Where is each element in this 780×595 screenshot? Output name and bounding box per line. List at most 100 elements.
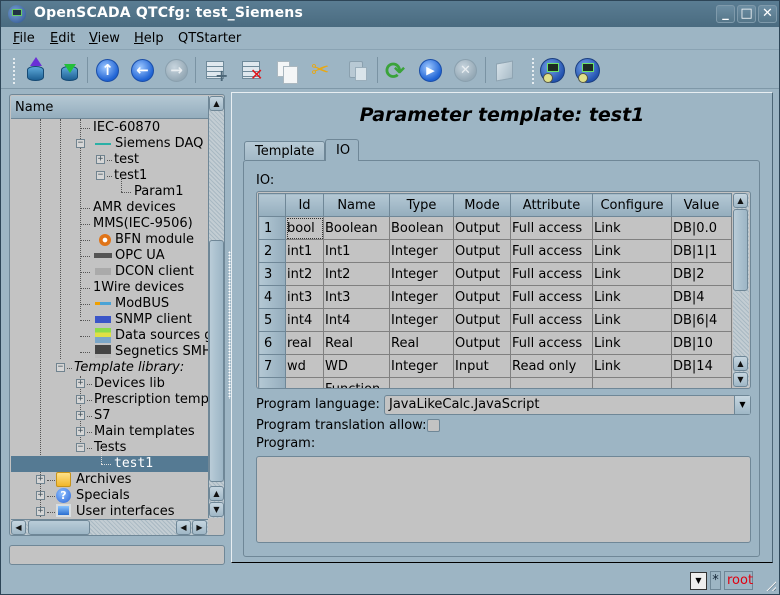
tree-item-data-sources-gate[interactable]: Data sources g xyxy=(11,328,208,344)
tree-header-name[interactable]: Name xyxy=(11,96,208,119)
cell-name[interactable]: Int2 xyxy=(323,262,390,286)
resize-grip[interactable] xyxy=(764,579,776,591)
tab-io[interactable]: IO xyxy=(325,139,359,161)
row-number[interactable]: 5 xyxy=(258,308,286,332)
program-translation-checkbox[interactable] xyxy=(427,419,440,432)
column-header-id[interactable]: Id xyxy=(285,193,324,217)
row-number[interactable]: 2 xyxy=(258,239,286,263)
expand-icon[interactable]: + xyxy=(76,411,85,420)
cell-value[interactable]: DB|0.0 xyxy=(671,216,732,240)
cell-type[interactable]: Integer xyxy=(389,354,454,378)
cell-id[interactable]: wd xyxy=(285,354,324,378)
tree-item-devices-lib[interactable]: + Devices lib xyxy=(11,376,208,392)
cell-name[interactable]: Int1 xyxy=(323,239,390,263)
tree-item-template-library[interactable]: − Template library: xyxy=(11,360,208,376)
tree-item-iec-60870[interactable]: IEC-60870 xyxy=(11,120,208,136)
delete-item-button[interactable]: ✕ xyxy=(237,56,265,84)
cell-id[interactable] xyxy=(285,377,324,388)
table-corner-button[interactable] xyxy=(258,193,286,217)
scroll-down-button[interactable]: ▼ xyxy=(733,372,748,387)
copy-button[interactable] xyxy=(271,56,299,84)
cell-id[interactable]: int3 xyxy=(285,285,324,309)
tree-item-dcon-client[interactable]: DCON client xyxy=(11,264,208,280)
qtcfg-button[interactable] xyxy=(538,56,566,84)
stop-button[interactable]: ✕ xyxy=(451,56,479,84)
scroll-left-button[interactable]: ◀ xyxy=(176,520,191,535)
tree-item-snmp-client[interactable]: SNMP client xyxy=(11,312,208,328)
expand-icon[interactable]: + xyxy=(96,155,105,164)
expand-icon[interactable]: + xyxy=(36,475,45,484)
tree-item-mms[interactable]: MMS(IEC-9506) xyxy=(11,216,208,232)
start-button[interactable]: ▶ xyxy=(416,56,444,84)
row-number[interactable]: 3 xyxy=(258,262,286,286)
column-header-mode[interactable]: Mode xyxy=(453,193,511,217)
cell-configure[interactable]: Link xyxy=(592,262,672,286)
cell-name[interactable]: WD xyxy=(323,354,390,378)
cell-mode[interactable]: Output xyxy=(453,262,511,286)
cell-attribute[interactable]: Full access xyxy=(510,331,593,355)
expand-icon[interactable]: + xyxy=(76,427,85,436)
cell-mode[interactable]: Output xyxy=(453,331,511,355)
cell-value[interactable] xyxy=(671,377,732,388)
cell-mode[interactable]: Output xyxy=(453,216,511,240)
table-row[interactable]: 7 wd WD Integer Input Read only Link DB|… xyxy=(258,354,732,378)
tree-item-test1[interactable]: − test1 xyxy=(11,168,208,184)
io-table[interactable]: Id Name Type Mode Attribute Configure Va… xyxy=(256,191,751,389)
row-number[interactable] xyxy=(258,377,286,388)
scroll-up-button[interactable]: ▲ xyxy=(733,356,748,371)
cell-type[interactable]: Integer xyxy=(389,239,454,263)
tree-item-bfn-module[interactable]: BFN module xyxy=(11,232,208,248)
cell-value[interactable]: DB|1|1 xyxy=(671,239,732,263)
menu-edit[interactable]: Edit xyxy=(50,31,75,46)
cell-id[interactable]: int4 xyxy=(285,308,324,332)
table-row[interactable]: 2 int1 Int1 Integer Output Full access L… xyxy=(258,239,732,263)
cell-attribute[interactable] xyxy=(510,377,593,388)
cell-configure[interactable]: Link xyxy=(592,285,672,309)
tree-item-test[interactable]: + test xyxy=(11,152,208,168)
tree-item-amr-devices[interactable]: AMR devices xyxy=(11,200,208,216)
cell-mode[interactable]: Output xyxy=(453,308,511,332)
collapse-icon[interactable]: − xyxy=(76,139,85,148)
cell-configure[interactable]: Link xyxy=(592,239,672,263)
back-button[interactable]: ← xyxy=(128,56,156,84)
cell-attribute[interactable]: Read only xyxy=(510,354,593,378)
table-row[interactable]: 5 int4 Int4 Integer Output Full access L… xyxy=(258,308,732,332)
expand-icon[interactable]: + xyxy=(36,491,45,500)
cell-mode[interactable]: Output xyxy=(453,239,511,263)
cell-name[interactable]: Boolean xyxy=(323,216,390,240)
paste-button[interactable] xyxy=(342,56,370,84)
cell-id[interactable]: bool xyxy=(285,216,324,240)
refresh-button[interactable]: ⟳ xyxy=(382,56,410,85)
scroll-down-button[interactable]: ▼ xyxy=(209,502,224,517)
column-header-value[interactable]: Value xyxy=(671,193,732,217)
toolbar-grip[interactable] xyxy=(12,57,16,85)
table-row[interactable]: 6 real Real Real Output Full access Link… xyxy=(258,331,732,355)
tree-item-1wire-devices[interactable]: 1Wire devices xyxy=(11,280,208,296)
cell-type[interactable]: Real xyxy=(389,331,454,355)
scroll-up-button[interactable]: ▲ xyxy=(209,486,224,501)
collapse-icon[interactable]: − xyxy=(96,171,105,180)
table-row[interactable]: 1 bool Boolean Boolean Output Full acces… xyxy=(258,216,732,240)
menu-qtstarter[interactable]: QTStarter xyxy=(178,31,241,46)
program-textarea[interactable] xyxy=(256,456,751,543)
cell-type[interactable] xyxy=(389,377,454,388)
tree-item-test1-selected[interactable]: test1 xyxy=(11,449,208,472)
scroll-thumb[interactable] xyxy=(209,240,224,482)
tab-template[interactable]: Template xyxy=(244,141,326,160)
cell-value[interactable]: DB|4 xyxy=(671,285,732,309)
cell-id[interactable]: real xyxy=(285,331,324,355)
column-header-name[interactable]: Name xyxy=(323,193,390,217)
tree-item-tests[interactable]: − Tests xyxy=(11,440,208,456)
cell-value[interactable]: DB|2 xyxy=(671,262,732,286)
cell-type[interactable]: Integer xyxy=(389,262,454,286)
up-button[interactable]: ↑ xyxy=(93,56,121,84)
tree-item-main-templates[interactable]: + Main templates xyxy=(11,424,208,440)
column-header-attribute[interactable]: Attribute xyxy=(510,193,593,217)
tree-item-specials[interactable]: + ? Specials xyxy=(11,488,208,504)
cell-type[interactable]: Integer xyxy=(389,285,454,309)
scroll-right-button[interactable]: ▶ xyxy=(192,520,207,535)
tree-item-archives[interactable]: + Archives xyxy=(11,472,208,488)
expand-icon[interactable]: + xyxy=(76,395,85,404)
cell-attribute[interactable]: Full access xyxy=(510,239,593,263)
expand-icon[interactable]: + xyxy=(36,507,45,516)
